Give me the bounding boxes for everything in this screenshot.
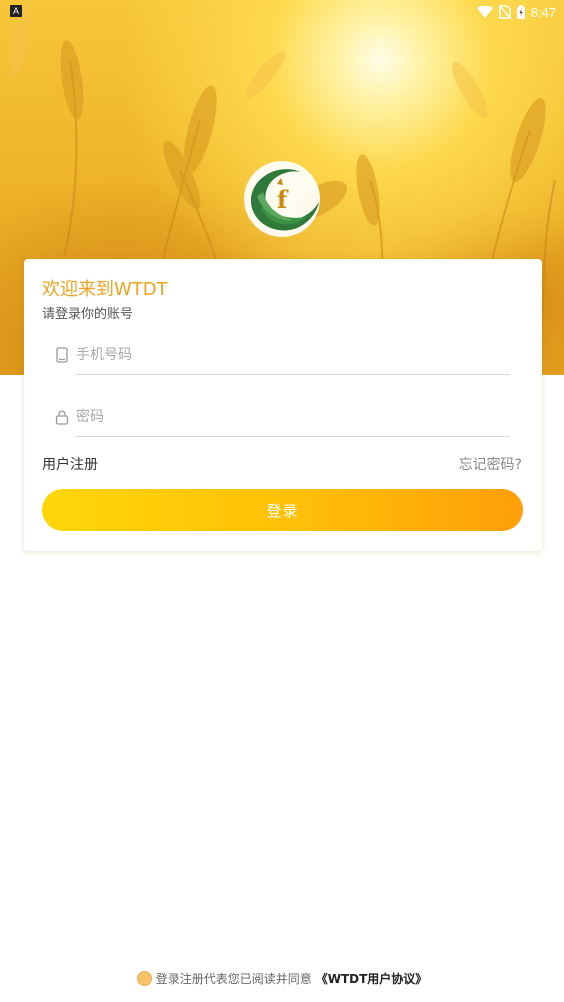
agreement-text: 登录注册代表您已阅读并同意 (155, 971, 312, 986)
phone-field[interactable] (54, 335, 510, 375)
login-subtitle: 请登录你的账号 (42, 307, 134, 322)
password-field[interactable] (54, 397, 510, 437)
lock-icon (55, 410, 69, 425)
register-link[interactable]: 用户注册 (42, 454, 98, 474)
agreement-checkbox[interactable] (136, 970, 152, 986)
login-button[interactable]: 登录 (42, 489, 523, 531)
password-input[interactable] (76, 403, 508, 431)
user-agreement-link[interactable]: 《WTDT用户协议》 (316, 970, 428, 987)
wifi-icon (476, 5, 493, 18)
welcome-title: 欢迎来到WTDT (42, 279, 168, 300)
status-bar: A 8:47 (0, 0, 564, 24)
login-card: 欢迎来到WTDT 请登录你的账号 用户注册 忘记密码? 登录 (24, 259, 542, 551)
svg-text:f: f (277, 185, 289, 214)
status-icons: 8:47 (476, 3, 556, 21)
forgot-password-link[interactable]: 忘记密码? (459, 454, 522, 474)
no-sim-icon (498, 5, 511, 19)
app-logo: f (244, 161, 320, 237)
agreement-row: 登录注册代表您已阅读并同意 《WTDT用户协议》 (0, 968, 564, 988)
phone-underline (76, 374, 510, 375)
password-underline (76, 436, 510, 437)
clock: 8:47 (530, 4, 556, 20)
battery-icon (516, 5, 525, 19)
notification-badge: A (10, 5, 22, 17)
phone-input[interactable] (76, 341, 508, 369)
phone-icon (56, 347, 68, 363)
